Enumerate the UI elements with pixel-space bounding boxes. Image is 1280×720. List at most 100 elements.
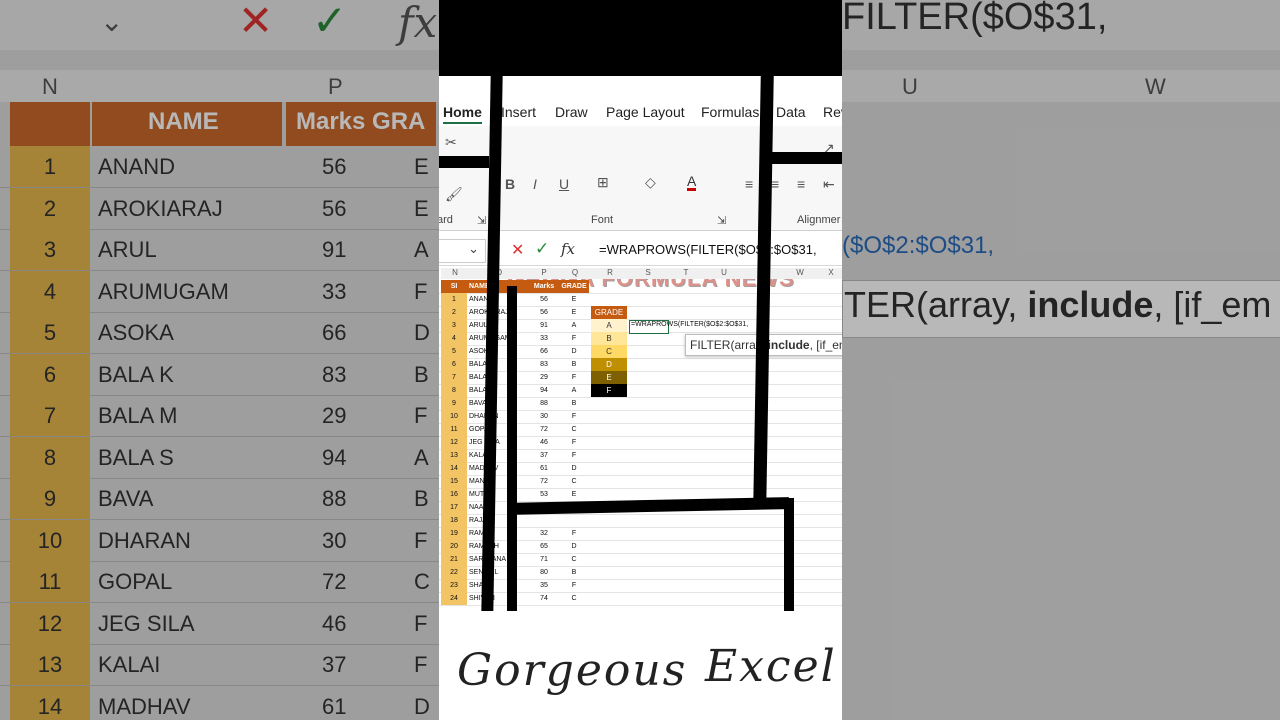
marks-cell[interactable]: Marks [529,280,559,293]
marks-cell[interactable]: 32 [529,527,559,540]
marks-cell[interactable]: 94 [529,384,559,397]
marks-cell[interactable] [529,514,559,527]
grade-cell[interactable] [559,514,589,527]
name-cell[interactable]: MANI [467,475,529,488]
serial-cell[interactable]: 19 [441,527,467,540]
serial-cell[interactable]: 22 [441,566,467,579]
column-header[interactable]: W [781,268,820,279]
serial-cell[interactable]: 18 [441,514,467,527]
serial-cell[interactable]: 4 [441,332,467,345]
grade-cell[interactable]: F [559,579,589,592]
grade-cell[interactable]: E [559,293,589,306]
tab-review[interactable]: Rev [823,104,842,120]
name-box[interactable]: ⌄ [439,239,486,263]
grade-cell[interactable]: GRADE [559,280,589,293]
grade-cell[interactable]: A [559,319,589,332]
marks-cell[interactable]: 61 [529,462,559,475]
marks-cell[interactable]: 80 [529,566,559,579]
cancel-icon[interactable]: ✕ [511,240,524,260]
grade-cell[interactable]: F [559,371,589,384]
marks-cell[interactable]: 46 [529,436,559,449]
column-header[interactable]: T [667,268,706,279]
marks-cell[interactable]: 74 [529,592,559,605]
name-cell[interactable]: GOPAL [467,423,529,436]
marks-cell[interactable]: 83 [529,358,559,371]
grade-cell[interactable]: F [559,410,589,423]
name-cell[interactable]: BAVA [467,397,529,410]
tab-data[interactable]: Data [776,104,806,120]
tab-home[interactable]: Home [443,104,482,124]
formula-input[interactable]: =WRAPROWS(FILTER($O$2:$O$31, [599,242,817,257]
underline-button[interactable]: U [559,176,569,192]
marks-cell[interactable]: 29 [529,371,559,384]
marks-cell[interactable]: 65 [529,540,559,553]
serial-cell[interactable]: 8 [441,384,467,397]
bold-button[interactable]: B [505,176,515,192]
format-painter-icon[interactable]: 🖌 [445,186,463,203]
grade-cell[interactable]: B [559,566,589,579]
grade-cell[interactable]: A [559,384,589,397]
borders-icon[interactable]: ⊞ [597,174,609,191]
marks-cell[interactable]: 35 [529,579,559,592]
serial-cell[interactable]: 10 [441,410,467,423]
grade-cell[interactable]: F [559,527,589,540]
marks-cell[interactable]: 56 [529,306,559,319]
grade-list-item[interactable]: C [591,345,627,358]
name-cell[interactable]: RAJA [467,514,529,527]
column-header[interactable]: X [819,268,842,279]
grade-cell[interactable]: B [559,358,589,371]
grade-cell[interactable]: F [559,436,589,449]
name-cell[interactable]: BALA M [467,371,529,384]
serial-cell[interactable]: 5 [441,345,467,358]
marks-cell[interactable]: 91 [529,319,559,332]
column-header[interactable]: R [591,268,630,279]
grade-cell[interactable]: F [559,449,589,462]
serial-cell[interactable]: 12 [441,436,467,449]
marks-cell[interactable]: 53 [529,488,559,501]
grade-cell[interactable]: C [559,592,589,605]
name-cell[interactable]: RAMESH [467,540,529,553]
column-header[interactable]: Q [559,268,592,279]
align-left-icon[interactable]: ≡ [745,176,753,192]
grade-list-item[interactable]: E [591,371,627,384]
grade-list-item[interactable]: F [591,384,627,397]
grade-list-item[interactable]: D [591,358,627,371]
serial-cell[interactable]: 14 [441,462,467,475]
tab-page-layout[interactable]: Page Layout [606,104,685,120]
fx-icon[interactable]: fx [561,240,575,258]
column-header[interactable]: U [705,268,744,279]
serial-cell[interactable]: 16 [441,488,467,501]
serial-cell[interactable]: 9 [441,397,467,410]
serial-cell[interactable]: 24 [441,592,467,605]
name-cell[interactable]: SENTHIL [467,566,529,579]
grade-cell[interactable]: E [559,488,589,501]
serial-cell[interactable]: 3 [441,319,467,332]
name-cell[interactable]: BALA S [467,384,529,397]
fill-color-icon[interactable]: ◇ [645,174,656,191]
indent-icon[interactable]: ⇤ [823,176,835,193]
grade-cell[interactable]: C [559,475,589,488]
serial-cell[interactable]: 15 [441,475,467,488]
dialog-launcher-icon[interactable]: ⇲ [477,214,486,227]
name-cell[interactable]: SHIVAJI [467,592,529,605]
name-cell[interactable]: MUTHU [467,488,529,501]
tab-insert[interactable]: Insert [501,104,536,120]
grade-cell[interactable]: B [559,397,589,410]
tab-formulas[interactable]: Formulas [701,104,759,120]
marks-cell[interactable]: 72 [529,423,559,436]
serial-cell[interactable]: 2 [441,306,467,319]
scissors-icon[interactable]: ✂ [445,134,457,151]
grade-cell[interactable]: F [559,332,589,345]
marks-cell[interactable]: 71 [529,553,559,566]
grade-cell[interactable]: C [559,553,589,566]
serial-cell[interactable]: 17 [441,501,467,514]
marks-cell[interactable]: 56 [529,293,559,306]
grade-cell[interactable]: C [559,423,589,436]
name-cell[interactable]: MADHAV [467,462,529,475]
name-cell[interactable]: KALAI [467,449,529,462]
marks-cell[interactable]: 72 [529,475,559,488]
name-cell[interactable]: JEG SILA [467,436,529,449]
marks-cell[interactable]: 37 [529,449,559,462]
font-dialog-launcher-icon[interactable]: ⇲ [717,214,726,227]
serial-cell[interactable]: 21 [441,553,467,566]
